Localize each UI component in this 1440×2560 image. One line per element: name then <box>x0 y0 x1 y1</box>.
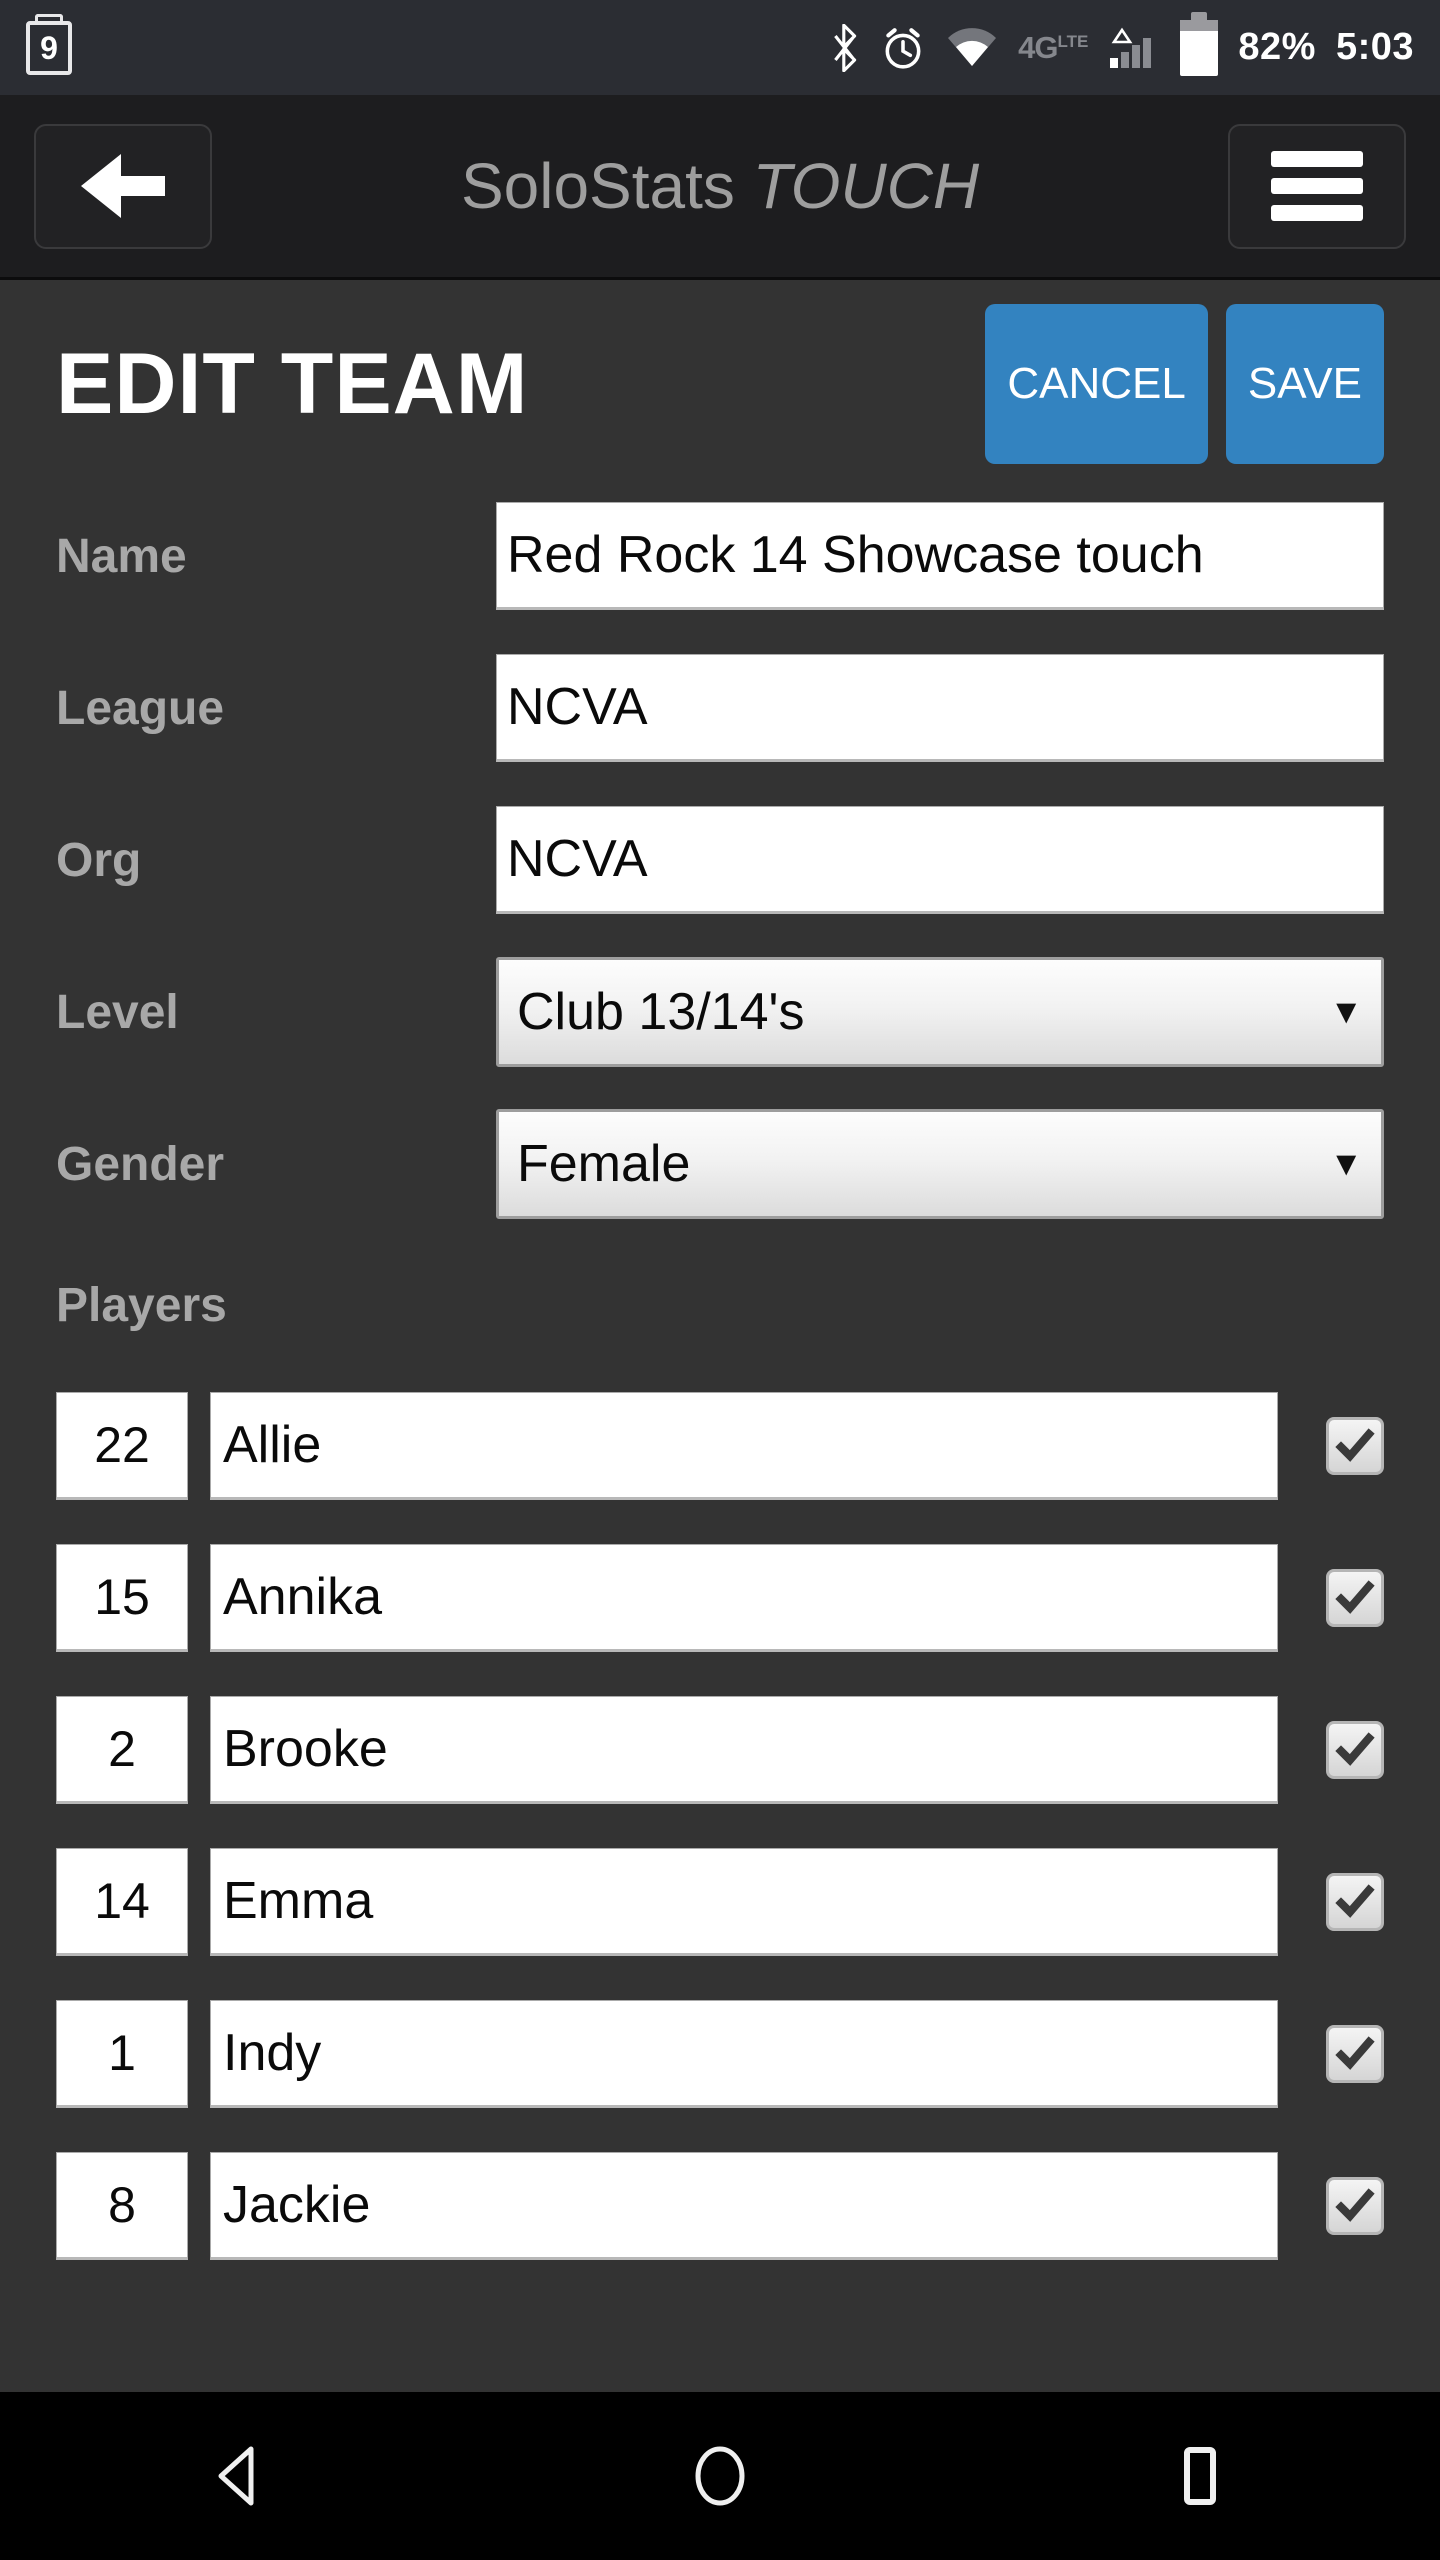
phone-screen: 9 4G LTE 82% 5:03 SoloStats TOUCH EDIT T… <box>0 0 1440 2560</box>
clock-label: 5:03 <box>1335 26 1414 68</box>
cancel-button[interactable]: CANCEL <box>985 304 1208 464</box>
player-number-input[interactable]: 22 <box>56 1392 188 1500</box>
player-active-checkbox[interactable] <box>1326 2025 1384 2083</box>
notification-count: 9 <box>40 29 58 66</box>
wifi-icon <box>948 27 997 66</box>
notification-badge-icon: 9 <box>26 13 72 75</box>
menu-button[interactable] <box>1228 123 1406 249</box>
org-input[interactable]: NCVA <box>496 806 1384 914</box>
player-name-input[interactable]: Emma <box>210 1848 1278 1956</box>
nav-home-icon <box>695 2446 745 2506</box>
status-bar-right: 4G LTE 82% 5:03 <box>830 11 1414 76</box>
player-active-checkbox[interactable] <box>1326 1721 1384 1779</box>
alarm-icon <box>885 27 921 69</box>
league-label: League <box>56 681 225 735</box>
chevron-down-icon: ▼ <box>1329 993 1363 1031</box>
player-number-input[interactable]: 2 <box>56 1696 188 1804</box>
player-row: 14 Emma <box>56 1826 1384 1978</box>
player-number-input[interactable]: 15 <box>56 1544 188 1652</box>
check-icon <box>1335 1580 1375 1614</box>
player-active-checkbox[interactable] <box>1326 2177 1384 2235</box>
android-nav-bar <box>0 2392 1440 2560</box>
signal-icon <box>1110 27 1152 68</box>
player-name-input[interactable]: Allie <box>210 1392 1278 1500</box>
gender-label: Gender <box>56 1137 225 1191</box>
player-row: 1 Indy <box>56 1978 1384 2130</box>
level-selected-value: Club 13/14's <box>517 983 805 1041</box>
players-list: 22 Allie 15 Annika 2 Brooke 14 Emma 1 Indy 8 Jackie <box>56 1370 1384 2282</box>
check-icon <box>1335 1732 1375 1766</box>
name-input[interactable]: Red Rock 14 Showcase touch <box>496 502 1384 610</box>
player-row: 2 Brooke <box>56 1674 1384 1826</box>
player-number-input[interactable]: 8 <box>56 2152 188 2260</box>
name-label: Name <box>56 529 187 583</box>
player-active-checkbox[interactable] <box>1326 1569 1384 1627</box>
network-type-label: 4G LTE <box>1018 30 1089 65</box>
gender-select[interactable]: Female ▼ <box>496 1109 1384 1219</box>
app-title-bar: SoloStats TOUCH <box>0 95 1440 280</box>
check-icon <box>1335 2036 1375 2070</box>
nav-back-icon <box>218 2446 254 2506</box>
page-title-appbar: SoloStats TOUCH <box>0 149 1440 223</box>
field-row-name: Name Red Rock 14 Showcase touch <box>56 480 1384 632</box>
hamburger-menu-icon <box>1271 151 1363 221</box>
chevron-down-icon: ▼ <box>1329 1145 1363 1183</box>
save-button[interactable]: SAVE <box>1225 304 1384 464</box>
player-row: 22 Allie <box>56 1370 1384 1522</box>
edit-team-form: EDIT TEAM CANCEL SAVE Name Red Rock 14 S… <box>0 280 1440 2392</box>
player-active-checkbox[interactable] <box>1326 1417 1384 1475</box>
battery-icon <box>1180 11 1219 76</box>
field-row-gender: Gender Female ▼ <box>56 1088 1384 1240</box>
nav-back-button[interactable] <box>165 2426 315 2526</box>
back-arrow-icon <box>81 154 165 218</box>
player-name-input[interactable]: Brooke <box>210 1696 1278 1804</box>
header-actions: CANCEL SAVE <box>985 304 1384 464</box>
gender-selected-value: Female <box>517 1135 691 1193</box>
player-number-input[interactable]: 14 <box>56 1848 188 1956</box>
player-name-input[interactable]: Indy <box>210 2000 1278 2108</box>
status-bar-left: 9 <box>26 13 72 75</box>
player-name-input[interactable]: Annika <box>210 1544 1278 1652</box>
bluetooth-icon <box>834 23 857 72</box>
league-input[interactable]: NCVA <box>496 654 1384 762</box>
field-row-level: Level Club 13/14's ▼ <box>56 936 1384 1088</box>
player-row: 15 Annika <box>56 1522 1384 1674</box>
nav-recents-button[interactable] <box>1125 2426 1275 2526</box>
check-icon <box>1335 1884 1375 1918</box>
nav-home-button[interactable] <box>645 2426 795 2526</box>
player-number-input[interactable]: 1 <box>56 2000 188 2108</box>
back-button[interactable] <box>34 123 212 249</box>
player-active-checkbox[interactable] <box>1326 1873 1384 1931</box>
app-name-label: SoloStats <box>460 150 753 222</box>
check-icon <box>1335 1428 1375 1462</box>
org-label: Org <box>56 833 142 887</box>
nav-recents-icon <box>1184 2447 1216 2505</box>
page-title: EDIT TEAM <box>56 335 529 432</box>
status-bar: 9 4G LTE 82% 5:03 <box>0 0 1440 95</box>
player-name-input[interactable]: Jackie <box>210 2152 1278 2260</box>
player-row: 8 Jackie <box>56 2130 1384 2282</box>
field-row-league: League NCVA <box>56 632 1384 784</box>
check-icon <box>1335 2188 1375 2222</box>
app-name-accent-label: TOUCH <box>752 150 980 222</box>
level-label: Level <box>56 985 179 1039</box>
level-select[interactable]: Club 13/14's ▼ <box>496 957 1384 1067</box>
battery-percent-label: 82% <box>1238 26 1316 68</box>
page-header: EDIT TEAM CANCEL SAVE <box>56 280 1384 480</box>
field-row-org: Org NCVA <box>56 784 1384 936</box>
players-section-label: Players <box>56 1278 227 1332</box>
